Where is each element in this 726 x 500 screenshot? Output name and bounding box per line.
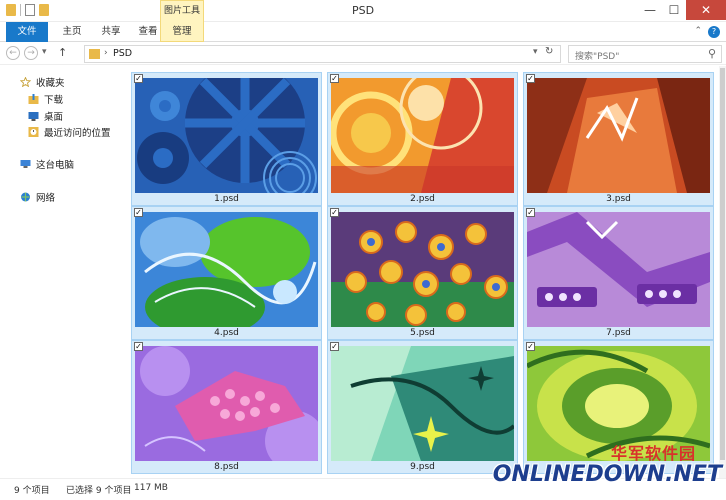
sidebar-item-label: 下载 [44,95,64,106]
network-icon [21,192,30,202]
teal-stars-artwork [331,346,514,461]
window-title: PSD [351,4,375,17]
file-name[interactable]: 4.psd [132,328,321,338]
selected-size: 117 MB [134,483,168,493]
file-item[interactable]: ✓ 2.psd [327,72,518,206]
sidebar-item-label: 最近访问的位置 [44,128,111,139]
desktop-icon [28,112,39,121]
scrollbar-thumb[interactable] [720,68,725,460]
breadcrumb-chevron-icon[interactable]: › [104,48,108,58]
forward-button[interactable]: → [24,46,38,60]
search-icon[interactable]: ⚲ [708,47,716,60]
sidebar-item-label: 收藏夹 [36,78,65,89]
file-item[interactable]: ✓ 5.psd [327,206,518,340]
search-input[interactable]: 搜索"PSD" ⚲ [568,45,722,63]
green-swirls-artwork [135,212,318,327]
help-icon[interactable]: ? [708,26,720,38]
file-item[interactable]: ✓ 1.psd [131,72,322,206]
item-checkbox[interactable]: ✓ [134,342,143,351]
file-name[interactable]: 2.psd [328,194,517,204]
purple-fish-artwork [135,346,318,461]
item-checkbox[interactable]: ✓ [134,208,143,217]
file-item[interactable]: ✓ 3.psd [523,72,714,206]
watermark-en-text: ONLINEDOWN.NET [492,462,722,487]
file-name[interactable]: 5.psd [328,328,517,338]
file-item[interactable]: ✓ 4.psd [131,206,322,340]
thumbnail-image [135,346,318,461]
up-button[interactable]: ↑ [58,46,67,59]
ribbon-tabs: 文件 主页 共享 查看 管理 ⌃ ? [0,22,726,42]
address-bar[interactable]: › PSD [84,45,561,63]
address-row: ← → ▾ ↑ › PSD ▾ ↻ 搜索"PSD" ⚲ [0,43,726,65]
item-checkbox[interactable]: ✓ [526,342,535,351]
peacock-rings-artwork [331,212,514,327]
maximize-button[interactable]: ☐ [662,0,686,20]
thumbnail-image [331,212,514,327]
file-name[interactable]: 7.psd [524,328,713,338]
thumbnail-image [135,78,318,193]
item-checkbox[interactable]: ✓ [526,208,535,217]
address-dropdown-icon[interactable]: ▾ [533,47,538,57]
folder-icon [89,49,100,59]
window-controls: — ☐ ✕ [638,0,726,20]
item-checkbox[interactable]: ✓ [134,74,143,83]
sidebar-item-network[interactable]: 网络 [20,189,55,205]
sidebar-item-desktop[interactable]: 桌面 [28,108,63,124]
navigation-pane: 收藏夹 下载 桌面 最近访问的位置 这台电脑 网络 [0,66,128,476]
tab-home[interactable]: 主页 [52,22,92,42]
thumbnail-image [331,346,514,461]
sidebar-item-label: 桌面 [44,112,64,123]
item-checkbox[interactable]: ✓ [330,74,339,83]
watermark-logo: 华军软件园 ONLINEDOWN.NET [493,440,724,498]
tab-file[interactable]: 文件 [6,22,48,42]
sidebar-item-downloads[interactable]: 下载 [28,91,63,107]
star-icon [20,77,31,87]
thumbnail-image [527,212,710,327]
sidebar-item-label: 这台电脑 [36,160,75,171]
item-checkbox[interactable]: ✓ [526,74,535,83]
close-button[interactable]: ✕ [686,0,726,20]
back-button[interactable]: ← [6,46,20,60]
minimize-button[interactable]: — [638,0,662,20]
computer-icon [20,160,31,168]
file-name[interactable]: 3.psd [524,194,713,204]
file-name[interactable]: 9.psd [328,462,517,472]
file-item[interactable]: ✓ 8.psd [131,340,322,474]
item-count: 9 个项目 [14,486,50,496]
tab-share[interactable]: 共享 [92,22,130,42]
file-item[interactable]: ✓ 9.psd [327,340,518,474]
item-checkbox[interactable]: ✓ [330,342,339,351]
orange-circles-artwork [331,78,514,193]
sidebar-item-this-pc[interactable]: 这台电脑 [20,156,74,172]
thumbnail-image [527,78,710,193]
file-item[interactable]: ✓ 7.psd [523,206,714,340]
refresh-button[interactable]: ↻ [545,46,553,57]
recent-locations-button[interactable]: ▾ [42,47,47,57]
recent-places-icon [28,127,39,137]
title-bar: 图片工具 PSD — ☐ ✕ [0,0,726,22]
gears-artwork [135,78,318,193]
collapse-ribbon-icon[interactable]: ⌃ [694,26,702,36]
download-folder-icon [28,94,39,104]
selected-count: 已选择 9 个项目 [66,486,132,496]
watermark-cn-text: 华军软件园 [610,444,696,463]
item-checkbox[interactable]: ✓ [330,208,339,217]
purple-film-strip-artwork [527,212,710,327]
search-placeholder: 搜索"PSD" [575,52,620,62]
sidebar-item-favorites[interactable]: 收藏夹 [20,74,65,90]
sidebar-item-recent[interactable]: 最近访问的位置 [28,124,111,140]
vertical-scrollbar[interactable] [719,66,726,478]
tab-manage[interactable]: 管理 [160,22,204,42]
file-name[interactable]: 1.psd [132,194,321,204]
thumbnail-image [135,212,318,327]
sidebar-item-label: 网络 [36,193,56,204]
file-list: ✓ 1.psd ✓ 2.psd ✓ 3.psd ✓ 4.psd ✓ 5.psd … [129,66,719,478]
breadcrumb-path[interactable]: PSD [113,48,132,59]
thumbnail-image [331,78,514,193]
file-name[interactable]: 8.psd [132,462,321,472]
abstract-arrows-artwork [527,78,710,193]
